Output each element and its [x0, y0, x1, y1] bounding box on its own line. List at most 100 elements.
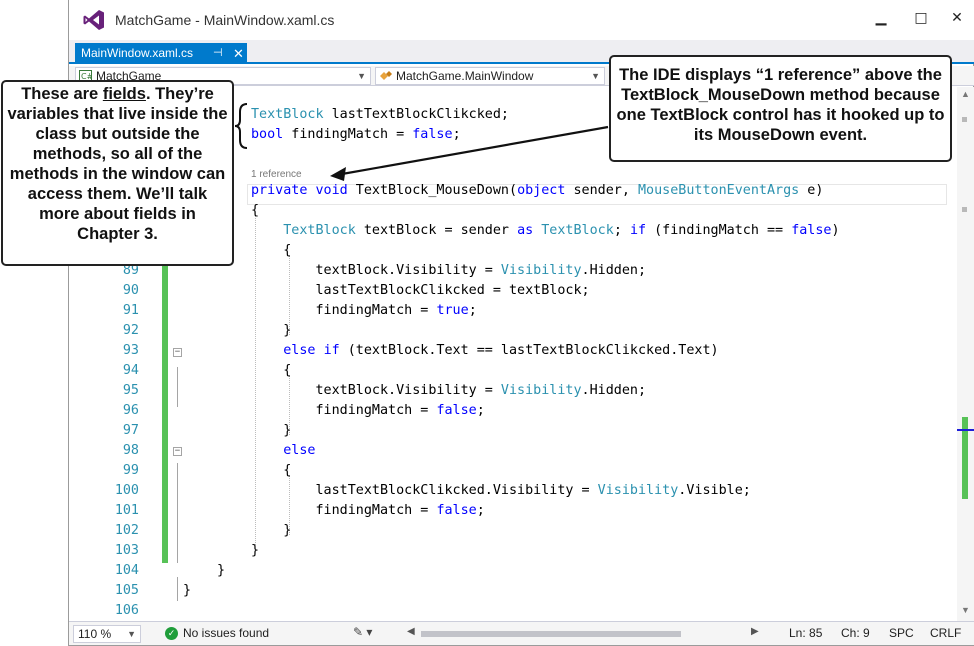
line-number: 99	[122, 463, 139, 478]
code-line: 100 lastTextBlockClikcked.Visibility = V…	[69, 481, 957, 501]
line-number: 98	[122, 443, 139, 458]
code-text: bool findingMatch = false;	[251, 125, 461, 145]
close-window-button[interactable]: ✕	[945, 6, 969, 30]
code-token: textBlock.Visibility =	[251, 263, 501, 278]
code-text: }	[251, 521, 291, 541]
code-line: 92 }	[69, 321, 957, 341]
line-ending-status[interactable]: CRLF	[930, 626, 961, 640]
line-number: 92	[122, 323, 139, 338]
whitespace-status[interactable]: SPC	[889, 626, 914, 640]
window-title: MatchGame - MainWindow.xaml.cs	[115, 12, 335, 28]
keyword-token: false	[436, 403, 477, 418]
code-text: }	[251, 541, 259, 561]
code-text: lastTextBlockClikcked.Visibility = Visib…	[251, 481, 751, 501]
scroll-up-icon[interactable]: ▲	[961, 89, 970, 99]
code-text: {	[251, 361, 291, 381]
code-token: }	[251, 523, 292, 538]
keyword-token: else	[283, 343, 316, 358]
line-number: 95	[122, 383, 139, 398]
code-line: 90 lastTextBlockClikcked = textBlock;	[69, 281, 957, 301]
maximize-button[interactable]: □	[909, 6, 933, 30]
tab-label: MainWindow.xaml.cs	[81, 46, 194, 60]
code-token: ;	[452, 127, 461, 142]
line-number: 102	[114, 523, 139, 538]
code-token: lastTextBlockClikcked;	[323, 107, 509, 122]
code-token: .Hidden;	[581, 263, 647, 278]
code-token: )	[831, 223, 840, 238]
code-token: findingMatch =	[251, 503, 437, 518]
keyword-token: void	[315, 183, 348, 198]
title-bar: MatchGame - MainWindow.xaml.cs ▁ □ ✕	[69, 0, 974, 40]
code-line: 91 findingMatch = true;	[69, 301, 957, 321]
screenshot-frame: MatchGame - MainWindow.xaml.cs ▁ □ ✕ Mai…	[0, 0, 974, 646]
code-token: ;	[476, 503, 485, 518]
codelens-reference-count[interactable]: 1 reference	[251, 169, 302, 180]
type-token: Visibility	[500, 383, 582, 398]
line-number: 96	[122, 403, 139, 418]
code-token: textBlock = sender	[355, 223, 518, 238]
code-token: findingMatch =	[251, 303, 437, 318]
scroll-right-icon[interactable]: ▶	[751, 626, 759, 637]
code-token: findingMatch =	[283, 127, 413, 142]
visual-studio-logo-icon	[83, 10, 104, 30]
scroll-down-icon[interactable]: ▼	[961, 605, 970, 615]
scroll-left-icon[interactable]: ◀	[407, 626, 415, 637]
vertical-scrollbar[interactable]: ▲ ▼	[957, 87, 974, 621]
code-text: textBlock.Visibility = Visibility.Hidden…	[251, 261, 646, 281]
type-dropdown[interactable]: MatchGame.MainWindow ▼	[375, 67, 605, 85]
code-text: findingMatch = false;	[251, 401, 484, 421]
zoom-dropdown[interactable]: 110 % ▼	[73, 625, 141, 643]
keyword-token: if	[323, 343, 340, 358]
code-token: TextBlock_MouseDown(	[347, 183, 518, 198]
code-line: 94 {	[69, 361, 957, 381]
callout-text-pre: These are	[21, 85, 103, 103]
code-token: {	[251, 203, 260, 218]
check-circle-icon: ✓	[165, 627, 178, 640]
minimize-button[interactable]: ▁	[869, 6, 893, 30]
code-token: textBlock.Visibility =	[251, 383, 501, 398]
code-line: }	[69, 561, 957, 581]
chevron-down-icon: ▼	[127, 629, 136, 639]
code-line: 97 }	[69, 421, 957, 441]
code-line: 99 {	[69, 461, 957, 481]
pin-icon[interactable]: ⊣	[213, 43, 223, 64]
tab-mainwindow-xaml-cs[interactable]: MainWindow.xaml.cs ⊣ ✕	[75, 43, 247, 64]
code-text: {	[251, 461, 291, 481]
column-status[interactable]: Ch: 9	[841, 626, 870, 640]
zoom-level: 110 %	[78, 627, 112, 641]
scroll-thumb[interactable]	[421, 631, 681, 637]
code-text: private void TextBlock_MouseDown(object …	[251, 181, 823, 201]
line-number: 94	[122, 363, 139, 378]
code-token: ;	[468, 303, 477, 318]
code-text: findingMatch = false;	[251, 501, 485, 521]
type-token: Visibility	[597, 483, 679, 498]
horizontal-scrollbar[interactable]: ◀ ▶	[407, 626, 759, 642]
keyword-token: if	[629, 223, 647, 238]
code-token: .Visible;	[678, 483, 751, 498]
class-icon	[380, 71, 392, 80]
keyword-token: else	[283, 443, 316, 458]
editor-status-bar: 110 % ▼ ✓ No issues found ✎ ▾ ◀ ▶ Ln: 85…	[69, 621, 974, 645]
tab-close-icon[interactable]: ✕	[233, 43, 244, 64]
callout-fields-term: fields	[102, 85, 146, 103]
code-line: 106	[69, 601, 957, 621]
code-cleanup-brush-icon[interactable]: ✎ ▾	[353, 625, 372, 639]
line-number-status[interactable]: Ln: 85	[789, 626, 822, 640]
type-token: TextBlock	[251, 107, 324, 122]
code-token: .Hidden;	[581, 383, 647, 398]
line-number: 90	[122, 283, 139, 298]
chevron-down-icon: ▼	[357, 71, 366, 81]
code-token: {	[251, 363, 292, 378]
scroll-marker	[962, 117, 967, 122]
type-token: TextBlock	[283, 223, 356, 238]
code-token: sender,	[565, 183, 638, 198]
keyword-token: false	[436, 503, 477, 518]
type-token: TextBlock	[541, 223, 614, 238]
caret-position-marker	[957, 429, 974, 431]
scroll-marker	[962, 207, 967, 212]
callout-text: The IDE displays “1 reference” above the…	[616, 66, 945, 144]
issues-status[interactable]: No issues found	[183, 626, 269, 640]
